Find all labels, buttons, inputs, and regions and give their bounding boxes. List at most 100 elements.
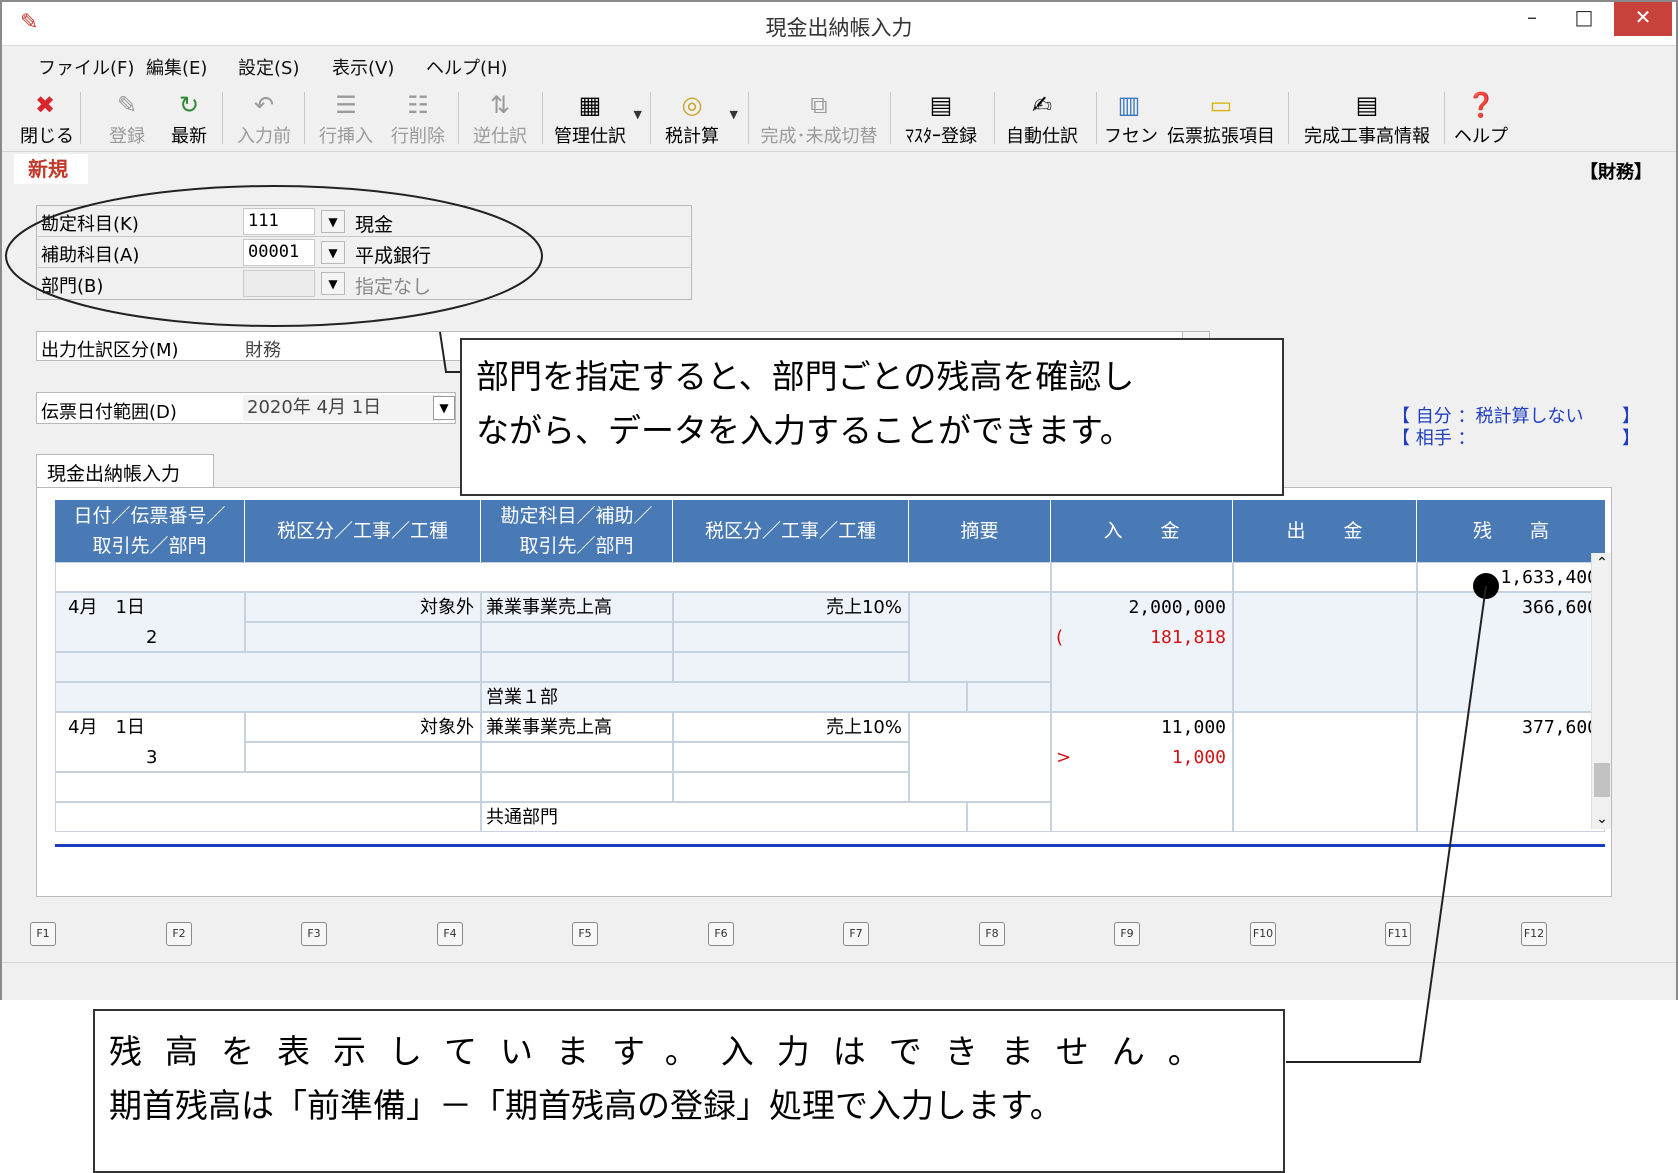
tax-info: 【 自分 ：税計算しない】 【 相手 ：】 (1392, 406, 1640, 450)
fkey-f6[interactable]: F6 (708, 922, 734, 946)
minimize-button[interactable]: – (1506, 2, 1558, 36)
entry-tax-right[interactable]: 売上10% (673, 592, 909, 622)
close-window-button[interactable]: ✕ (1614, 2, 1672, 36)
entry-tax-left[interactable]: 対象外 (245, 592, 481, 622)
fkey-f8[interactable]: F8 (979, 922, 1005, 946)
title-bar: ✎ 現金出納帳入力 – □ ✕ (2, 2, 1676, 46)
fkey-f12[interactable]: F12 (1521, 922, 1547, 946)
entry-account[interactable]: 兼業事業売上高 (481, 712, 673, 742)
tab-cash-book[interactable]: 現金出納帳入力 (36, 454, 214, 488)
fkey-f3[interactable]: F3 (301, 922, 327, 946)
scroll-down-icon[interactable]: ⌄ (1592, 811, 1612, 827)
undo-input-button[interactable]: ↶ 入力前 (232, 88, 296, 150)
manage-entry-button[interactable]: ▦ 管理仕訳 ▼ (550, 88, 642, 150)
fkey-f2[interactable]: F2 (166, 922, 192, 946)
window-title: 現金出納帳入力 (765, 16, 913, 40)
tax-calc-dropdown-icon[interactable]: ▼ (730, 108, 738, 121)
mode-status: 新規 (14, 154, 88, 184)
scroll-up-icon[interactable]: ⌃ (1592, 555, 1612, 571)
manage-entry-dropdown-icon[interactable]: ▼ (634, 108, 642, 121)
toggle-complete-button[interactable]: ⧉ 完成･未成切替 (758, 88, 880, 150)
master-register-icon: ▤ (929, 91, 953, 119)
help-button[interactable]: ❓ ヘルプ (1454, 88, 1508, 150)
row-delete-button[interactable]: ☷ 行削除 (386, 88, 450, 150)
entry-withdrawal[interactable] (1233, 592, 1417, 712)
fkey-f5[interactable]: F5 (572, 922, 598, 946)
grid-header: 日付／伝票番号／ 取引先／部門 税区分／工事／工種 勘定科目／補助／ 取引先／部… (55, 500, 1605, 562)
tax-info-partner-close: 】 (1622, 428, 1640, 449)
voucher-extension-button[interactable]: ▭ 伝票拡張項目 (1164, 88, 1278, 150)
register-button[interactable]: ✎ 登録 (102, 88, 152, 150)
fkey-f7[interactable]: F7 (843, 922, 869, 946)
help-icon: ❓ (1466, 91, 1496, 119)
entry-tax-left[interactable]: 対象外 (245, 712, 481, 742)
refresh-button[interactable]: ↻ 最新 (164, 88, 214, 150)
tax-calc-button[interactable]: ◎ 税計算 ▼ (658, 88, 738, 150)
entry-deposit-cell[interactable]: 11,000 > 1,000 (1051, 712, 1233, 832)
department-callout-line2: ながら、データを入力することができます。 (476, 411, 1133, 450)
tax-mark: > (1056, 747, 1072, 768)
tax-calc-icon: ◎ (681, 91, 703, 119)
date-range-dropdown-icon[interactable]: ▼ (433, 396, 455, 420)
entry-date: 4月 1日 (68, 717, 145, 738)
header-tax-left: 税区分／工事／工種 (245, 500, 481, 562)
status-bar (2, 962, 1676, 1000)
entry-account[interactable]: 兼業事業売上高 (481, 592, 673, 622)
entry-deposit-cell[interactable]: 2,000,000 ( 181,818 (1051, 592, 1233, 712)
grid-scrollbar[interactable]: ⌃ ⌄ (1591, 553, 1611, 829)
tax-info-self: 【 自分 ：税計算しない (1392, 406, 1584, 427)
menu-view[interactable]: 表示(V) (332, 54, 394, 80)
output-class-label: 出力仕訳区分(M) (41, 340, 179, 361)
menu-file[interactable]: ファイル(F) (38, 54, 134, 80)
entry-withdrawal[interactable] (1233, 712, 1417, 832)
entry-balance: 366,600 (1417, 592, 1605, 712)
department-highlight-ellipse (5, 185, 543, 327)
entry-date: 4月 1日 (68, 597, 145, 618)
scroll-thumb[interactable] (1594, 763, 1610, 797)
department-callout: 部門を指定すると、部門ごとの残高を確認し ながら、データを入力することができます… (460, 338, 1284, 496)
header-tax-right: 税区分／工事／工種 (673, 500, 909, 562)
close-button[interactable]: ✖ 閉じる (20, 88, 74, 150)
date-range-input[interactable]: 2020年 4月 1日 (243, 395, 443, 421)
entry-balance: 377,600 (1417, 712, 1605, 832)
table-row[interactable]: 4月 1日 2 (55, 592, 245, 652)
fkey-f9[interactable]: F9 (1114, 922, 1140, 946)
fkey-f11[interactable]: F11 (1385, 922, 1411, 946)
table-row[interactable]: 4月 1日 3 (55, 712, 245, 772)
fkey-f1[interactable]: F1 (30, 922, 56, 946)
entry-number: 3 (146, 747, 158, 768)
entry-summary[interactable] (909, 712, 1051, 802)
completed-work-button[interactable]: ▤ 完成工事高情報 (1298, 88, 1436, 150)
entry-department[interactable]: 共通部門 (481, 802, 967, 832)
entry-summary[interactable] (909, 592, 1051, 682)
manage-entry-icon: ▦ (578, 91, 602, 119)
fkey-f4[interactable]: F4 (437, 922, 463, 946)
close-icon: ✖ (34, 91, 56, 119)
master-register-button[interactable]: ▤ ﾏｽﾀｰ登録 (898, 88, 984, 150)
header-balance: 残 高 (1472, 520, 1549, 542)
menu-settings[interactable]: 設定(S) (238, 54, 299, 80)
row-insert-button[interactable]: ☰ 行挿入 (314, 88, 378, 150)
opening-balance: 1,633,400 (1417, 562, 1605, 592)
row-delete-icon: ☷ (407, 91, 429, 119)
menu-help[interactable]: ヘルプ(H) (426, 54, 508, 80)
auto-entry-button[interactable]: ✍ 自動仕訳 (1002, 88, 1082, 150)
reverse-entry-button[interactable]: ⇅ 逆仕訳 (468, 88, 532, 150)
opening-row (55, 562, 1051, 592)
tax-mark: ( (1056, 627, 1064, 648)
entry-tax-right[interactable]: 売上10% (673, 712, 909, 742)
menu-edit[interactable]: 編集(E) (146, 54, 207, 80)
sticky-note-icon: ▥ (1117, 91, 1141, 119)
grid-body: 1,633,400 4月 1日 2 対象外 兼業事業売上高 売上10% 営業１部… (55, 562, 1605, 848)
entry-department[interactable]: 営業１部 (481, 682, 967, 712)
mode-bar: 新規 【財務】 (2, 154, 1676, 184)
sticky-note-button[interactable]: ▥ フセン (1104, 88, 1158, 150)
toolbar: ✖ 閉じる ✎ 登録 ↻ 最新 ↶ 入力前 ☰ 行挿入 ☷ 行削除 ⇅ 逆仕訳 (2, 86, 1676, 152)
entry-deposit: 2,000,000 (1128, 597, 1226, 618)
refresh-icon: ↻ (178, 91, 200, 119)
maximize-button[interactable]: □ (1558, 2, 1610, 36)
fkey-f10[interactable]: F10 (1250, 922, 1276, 946)
completed-work-icon: ▤ (1355, 91, 1379, 119)
app-window: ✎ 現金出納帳入力 – □ ✕ ファイル(F) 編集(E) 設定(S) 表示(V… (0, 0, 1678, 1000)
tab-panel: 日付／伝票番号／ 取引先／部門 税区分／工事／工種 勘定科目／補助／ 取引先／部… (36, 487, 1612, 897)
